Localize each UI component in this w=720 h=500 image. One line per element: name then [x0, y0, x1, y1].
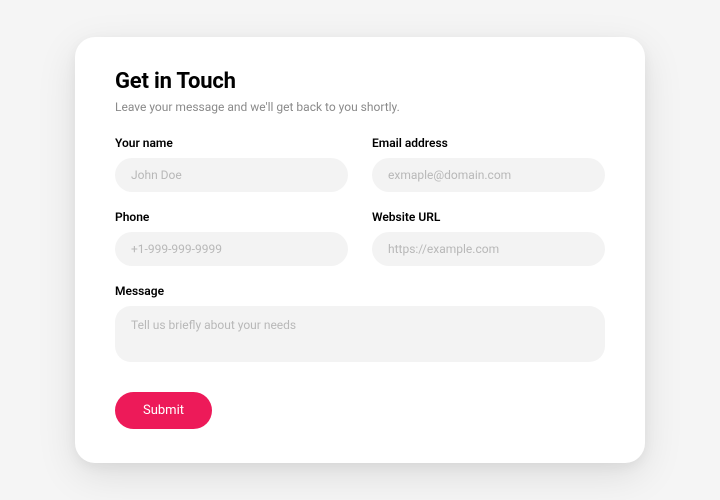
form-subheading: Leave your message and we'll get back to… [115, 100, 605, 114]
form-row-3: Message [115, 284, 605, 362]
website-field-group: Website URL [372, 210, 605, 266]
phone-field-group: Phone [115, 210, 348, 266]
name-input[interactable] [115, 158, 348, 192]
name-label: Your name [115, 136, 348, 150]
email-label: Email address [372, 136, 605, 150]
message-field-group: Message [115, 284, 605, 362]
phone-input[interactable] [115, 232, 348, 266]
email-field-group: Email address [372, 136, 605, 192]
message-label: Message [115, 284, 605, 298]
form-heading: Get in Touch [115, 69, 605, 94]
message-textarea[interactable] [115, 306, 605, 362]
form-row-1: Your name Email address [115, 136, 605, 192]
email-input[interactable] [372, 158, 605, 192]
name-field-group: Your name [115, 136, 348, 192]
phone-label: Phone [115, 210, 348, 224]
submit-button[interactable]: Submit [115, 392, 212, 429]
website-label: Website URL [372, 210, 605, 224]
website-input[interactable] [372, 232, 605, 266]
contact-form-card: Get in Touch Leave your message and we'l… [75, 37, 645, 463]
form-row-2: Phone Website URL [115, 210, 605, 266]
